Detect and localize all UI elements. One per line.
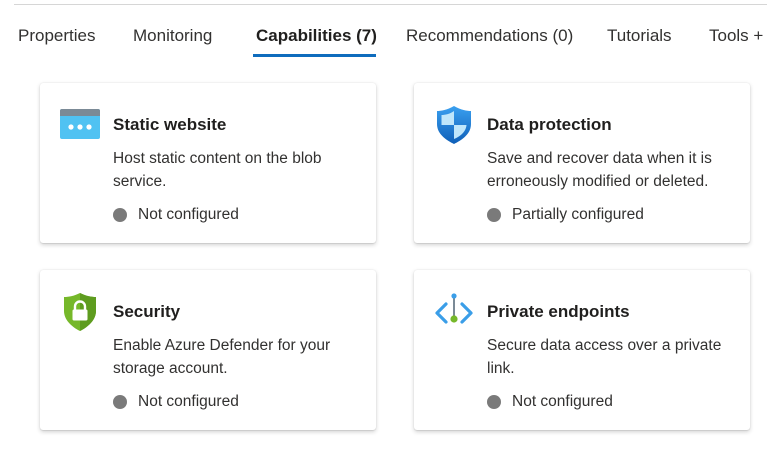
card-description: Host static content on the blob service. bbox=[113, 150, 322, 190]
card-description: Secure data access over a private link. bbox=[487, 337, 722, 377]
capability-card-data-protection[interactable]: Data protection Save and recover data wh… bbox=[414, 83, 750, 243]
shield-icon bbox=[437, 106, 471, 144]
status-text: Not configured bbox=[512, 393, 613, 410]
capability-card-security[interactable]: Security Enable Azure Defender for your … bbox=[40, 270, 376, 430]
capability-card-private-endpoints[interactable]: Private endpoints Secure data access ove… bbox=[414, 270, 750, 430]
card-title: Static website bbox=[113, 115, 227, 134]
tab-bar: Properties Monitoring Capabilities (7) R… bbox=[0, 0, 767, 60]
tab-properties[interactable]: Properties bbox=[18, 26, 95, 46]
card-title: Security bbox=[113, 302, 181, 321]
tab-tools[interactable]: Tools + bbox=[709, 26, 763, 46]
card-status: Not configured bbox=[487, 392, 613, 412]
status-dot-icon bbox=[113, 208, 127, 222]
lock-shield-icon bbox=[64, 293, 96, 331]
card-status: Partially configured bbox=[487, 205, 644, 225]
tab-recommendations[interactable]: Recommendations (0) bbox=[406, 26, 573, 46]
status-dot-icon bbox=[487, 208, 501, 222]
card-title: Data protection bbox=[487, 115, 612, 134]
card-description: Save and recover data when it is erroneo… bbox=[487, 150, 712, 190]
status-text: Partially configured bbox=[512, 206, 644, 223]
static-website-icon bbox=[60, 109, 100, 139]
capability-card-static-website[interactable]: Static website Host static content on th… bbox=[40, 83, 376, 243]
tab-monitoring[interactable]: Monitoring bbox=[133, 26, 212, 46]
status-text: Not configured bbox=[138, 206, 239, 223]
private-endpoint-icon bbox=[435, 293, 473, 324]
card-status: Not configured bbox=[113, 392, 239, 412]
status-dot-icon bbox=[487, 395, 501, 409]
tab-tutorials[interactable]: Tutorials bbox=[607, 26, 672, 46]
card-description: Enable Azure Defender for your storage a… bbox=[113, 337, 331, 377]
card-status: Not configured bbox=[113, 205, 239, 225]
active-tab-indicator bbox=[253, 54, 376, 57]
status-text: Not configured bbox=[138, 393, 239, 410]
status-dot-icon bbox=[113, 395, 127, 409]
tab-capabilities[interactable]: Capabilities (7) bbox=[256, 26, 377, 46]
card-title: Private endpoints bbox=[487, 302, 630, 321]
